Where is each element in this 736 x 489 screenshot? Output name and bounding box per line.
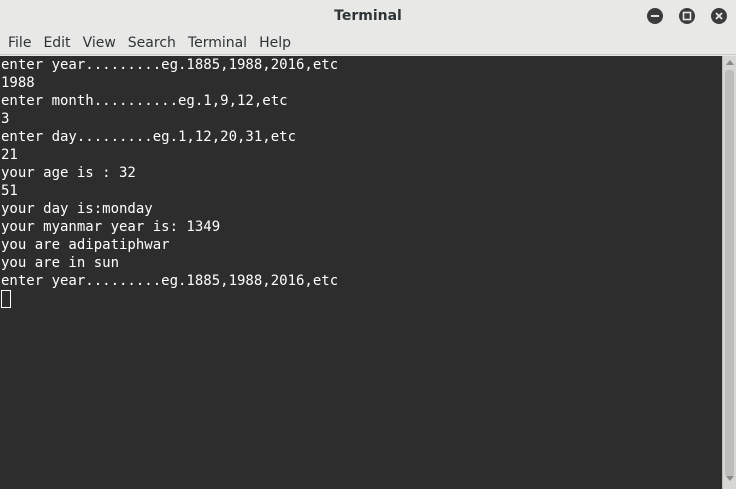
terminal-line: your day is:monday [1, 201, 153, 217]
terminal-line: 3 [1, 111, 10, 127]
menu-help[interactable]: Help [253, 32, 297, 55]
terminal-line: you are in sun [1, 255, 120, 271]
scroll-down-icon[interactable] [726, 476, 734, 481]
menu-search[interactable]: Search [122, 32, 182, 55]
maximize-button[interactable] [679, 8, 695, 24]
minimize-button[interactable] [647, 8, 663, 24]
terminal-line: enter year.........eg.1885,1988,2016,etc [1, 57, 339, 73]
terminal-line: 21 [1, 147, 18, 163]
minimize-icon [651, 15, 659, 17]
terminal-line: enter year.........eg.1885,1988,2016,etc [1, 273, 339, 289]
scroll-up-icon[interactable] [726, 60, 734, 65]
terminal-line: enter day.........eg.1,12,20,31,etc [1, 129, 297, 145]
menu-terminal[interactable]: Terminal [182, 32, 253, 55]
close-icon [715, 12, 723, 20]
title-bar[interactable]: Terminal [0, 0, 736, 32]
terminal-line: 51 [1, 183, 18, 199]
menu-bar: File Edit View Search Terminal Help [0, 32, 736, 55]
terminal-line: your age is : 32 [1, 165, 136, 181]
menu-file[interactable]: File [2, 32, 37, 55]
close-button[interactable] [711, 8, 727, 24]
terminal-line: you are adipatiphwar [1, 237, 170, 253]
terminal-output[interactable]: enter year.........eg.1885,1988,2016,etc… [0, 56, 722, 489]
window-title: Terminal [334, 8, 402, 24]
text-cursor [1, 290, 11, 308]
terminal-line: 1988 [1, 75, 35, 91]
menu-edit[interactable]: Edit [37, 32, 76, 55]
maximize-icon [682, 11, 692, 21]
vertical-scrollbar[interactable] [722, 56, 736, 489]
menu-view[interactable]: View [77, 32, 122, 55]
terminal-line: your myanmar year is: 1349 [1, 219, 221, 235]
terminal-line: enter month..........eg.1,9,12,etc [1, 93, 288, 109]
scrollbar-trough[interactable] [725, 70, 734, 477]
